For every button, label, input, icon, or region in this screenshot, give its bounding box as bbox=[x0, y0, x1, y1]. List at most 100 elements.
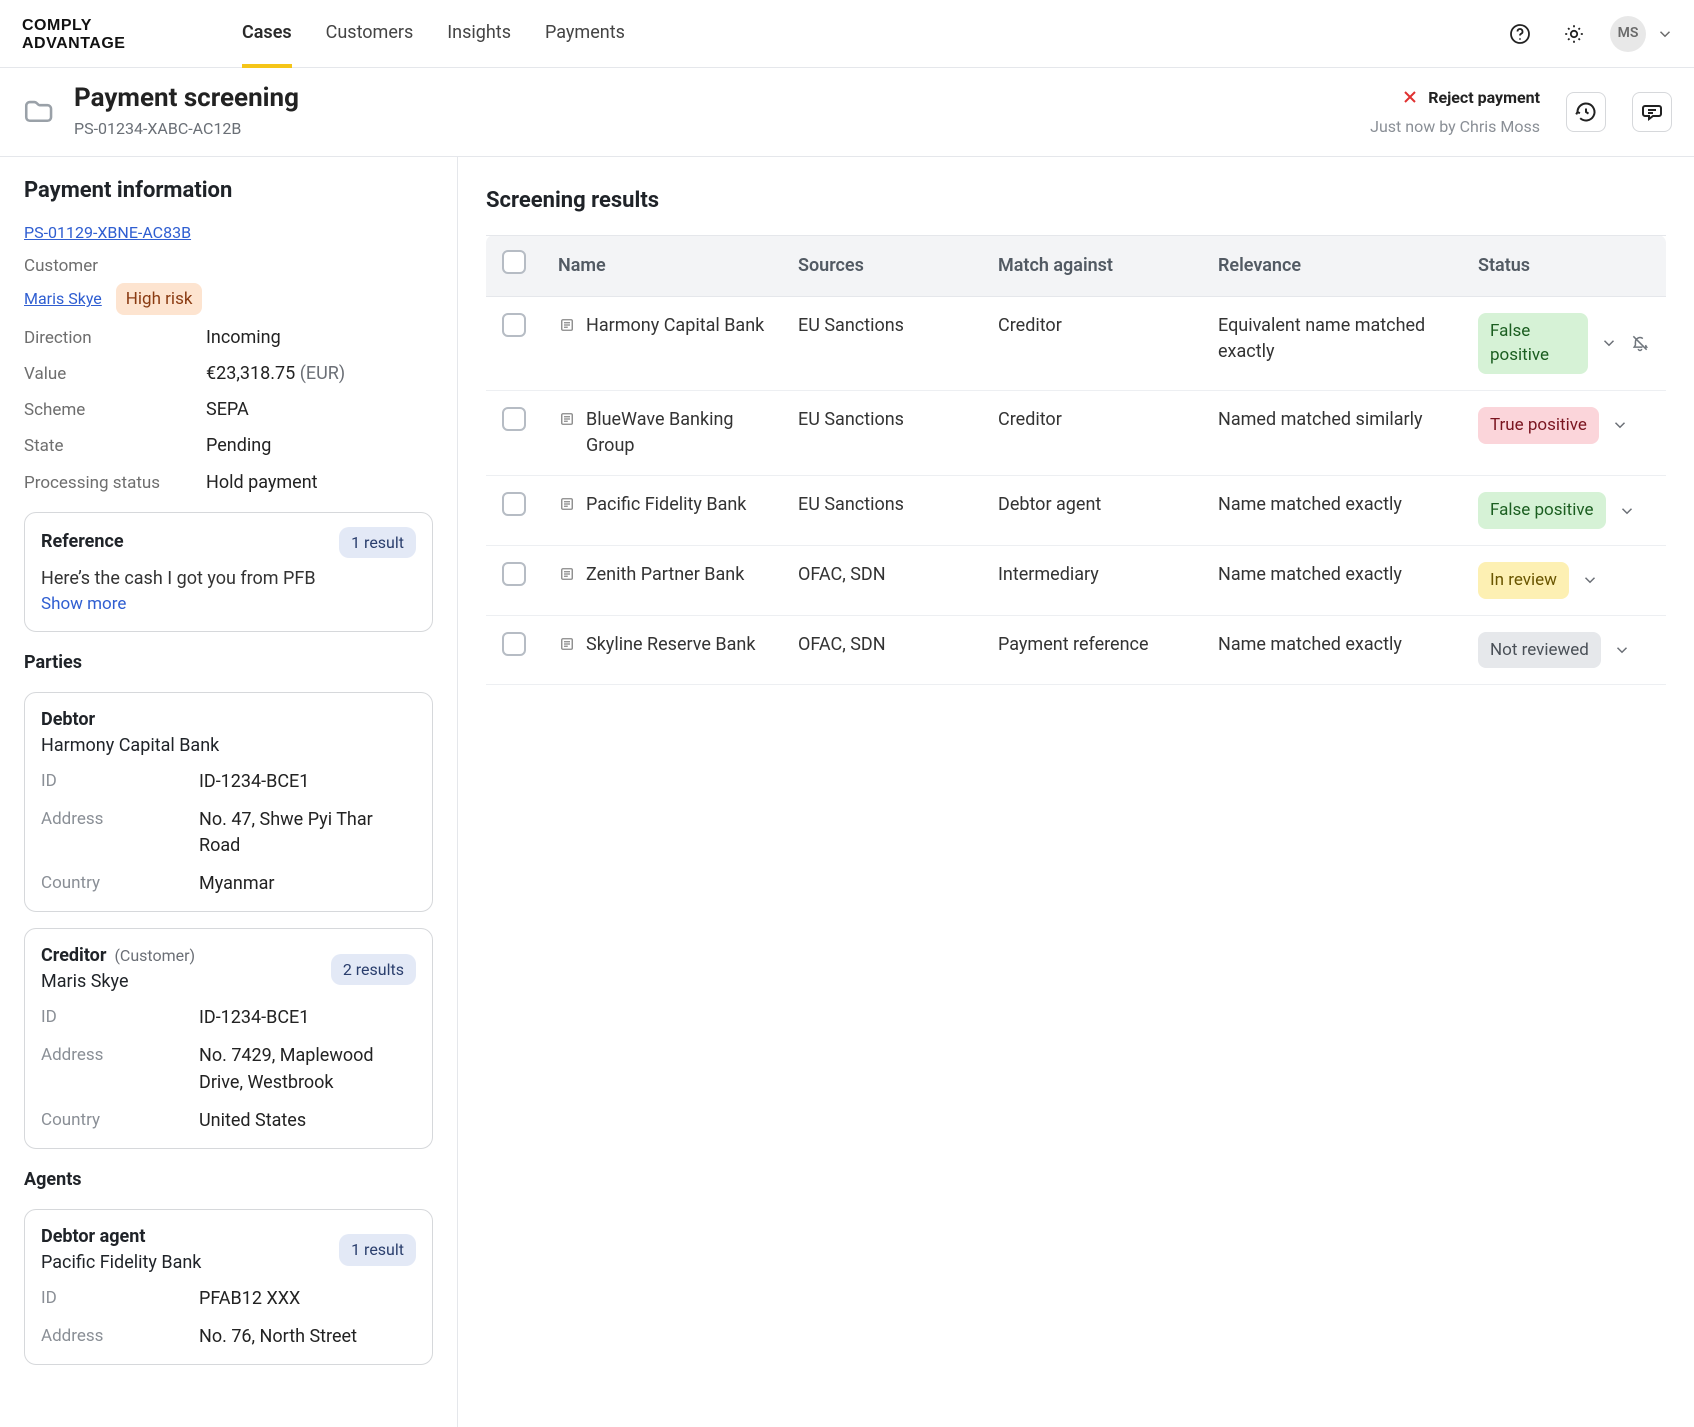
field-state: State Pending bbox=[24, 433, 433, 459]
reference-card: Reference 1 result Here’s the cash I got… bbox=[24, 512, 433, 632]
reference-results-pill: 1 result bbox=[339, 527, 416, 558]
row-name: Harmony Capital Bank bbox=[586, 313, 764, 339]
party-address-value: No. 7429, Maplewood Drive, Westbrook bbox=[199, 1043, 416, 1095]
folder-icon bbox=[22, 95, 56, 129]
table-row[interactable]: BlueWave Banking Group EU Sanctions Cred… bbox=[486, 391, 1666, 476]
settings-button[interactable] bbox=[1556, 16, 1592, 52]
row-checkbox[interactable] bbox=[502, 562, 526, 586]
row-match: Creditor bbox=[982, 391, 1202, 476]
row-match: Intermediary bbox=[982, 545, 1202, 615]
col-match: Match against bbox=[982, 235, 1202, 296]
customer-row: Customer bbox=[24, 254, 433, 279]
agent-results-pill: 1 result bbox=[339, 1234, 416, 1265]
party-role: Debtor bbox=[41, 707, 219, 733]
page-titles: Payment screening PS-01234-XABC-AC12B bbox=[74, 84, 299, 140]
agent-id-label: ID bbox=[41, 1286, 181, 1312]
party-id-label: ID bbox=[41, 769, 181, 795]
gear-icon bbox=[1562, 22, 1586, 46]
field-scheme: Scheme SEPA bbox=[24, 397, 433, 423]
select-all-checkbox[interactable] bbox=[502, 250, 526, 274]
reject-column: Reject payment Just now by Chris Moss bbox=[1370, 86, 1540, 138]
row-checkbox[interactable] bbox=[502, 407, 526, 431]
status-dropdown[interactable] bbox=[1618, 502, 1636, 520]
field-value-value: €23,318.75 (EUR) bbox=[206, 361, 345, 387]
field-state-label: State bbox=[24, 434, 194, 459]
row-sources: EU Sanctions bbox=[782, 476, 982, 546]
row-match: Debtor agent bbox=[982, 476, 1202, 546]
risk-badge: High risk bbox=[116, 283, 203, 316]
customer-link[interactable]: Maris Skye bbox=[24, 287, 102, 310]
field-direction-value: Incoming bbox=[206, 325, 281, 351]
row-sources: OFAC, SDN bbox=[782, 545, 982, 615]
field-processing: Processing status Hold payment bbox=[24, 470, 433, 496]
status-dropdown[interactable] bbox=[1611, 416, 1629, 434]
agent-address-value: No. 76, North Street bbox=[199, 1324, 416, 1350]
row-relevance: Name matched exactly bbox=[1202, 476, 1462, 546]
table-row[interactable]: Pacific Fidelity Bank EU Sanctions Debto… bbox=[486, 476, 1666, 546]
results-table: Name Sources Match against Relevance Sta… bbox=[486, 235, 1666, 685]
show-more-button[interactable]: Show more bbox=[41, 592, 416, 617]
tab-customers[interactable]: Customers bbox=[326, 0, 414, 67]
party-id-label: ID bbox=[41, 1005, 181, 1031]
party-country-value: United States bbox=[199, 1108, 416, 1134]
row-name: Zenith Partner Bank bbox=[586, 562, 744, 588]
page-subtitle: PS-01234-XABC-AC12B bbox=[74, 117, 299, 140]
help-button[interactable] bbox=[1502, 16, 1538, 52]
field-scheme-value: SEPA bbox=[206, 397, 249, 423]
status-badge: False positive bbox=[1478, 313, 1588, 374]
linked-payment-id[interactable]: PS-01129-XBNE-AC83B bbox=[24, 223, 191, 242]
row-name: Pacific Fidelity Bank bbox=[586, 492, 746, 518]
row-relevance: Name matched exactly bbox=[1202, 545, 1462, 615]
help-icon bbox=[1508, 22, 1532, 46]
reference-text: Here’s the cash I got you from PFB bbox=[41, 566, 416, 592]
history-button[interactable] bbox=[1566, 92, 1606, 132]
row-checkbox[interactable] bbox=[502, 313, 526, 337]
parties-title: Parties bbox=[24, 650, 433, 676]
col-status: Status bbox=[1462, 235, 1666, 296]
tab-payments[interactable]: Payments bbox=[545, 0, 625, 67]
results-title: Screening results bbox=[486, 185, 1666, 217]
reject-indicator: Reject payment bbox=[1400, 86, 1540, 109]
account-menu[interactable]: MS bbox=[1610, 16, 1674, 52]
party-role-suffix: (Customer) bbox=[114, 944, 195, 967]
row-relevance: Equivalent name matched exactly bbox=[1202, 296, 1462, 390]
row-sources: EU Sanctions bbox=[782, 391, 982, 476]
status-dropdown[interactable] bbox=[1613, 641, 1631, 659]
party-id-value: ID-1234-BCE1 bbox=[199, 1005, 416, 1031]
field-value-amount: €23,318.75 bbox=[206, 363, 295, 384]
row-name: Skyline Reserve Bank bbox=[586, 632, 755, 658]
agent-debtor-agent: Debtor agent Pacific Fidelity Bank 1 res… bbox=[24, 1209, 433, 1365]
agents-title: Agents bbox=[24, 1167, 433, 1193]
comments-button[interactable] bbox=[1632, 92, 1672, 132]
field-processing-label: Processing status bbox=[24, 471, 194, 496]
status-badge: False positive bbox=[1478, 492, 1606, 529]
field-scheme-label: Scheme bbox=[24, 398, 194, 423]
party-country-label: Country bbox=[41, 1108, 181, 1134]
row-match: Payment reference bbox=[982, 615, 1202, 685]
party-address-label: Address bbox=[41, 1043, 181, 1095]
field-value: Value €23,318.75 (EUR) bbox=[24, 361, 433, 387]
top-actions: MS bbox=[1502, 16, 1674, 52]
row-name: BlueWave Banking Group bbox=[586, 407, 766, 459]
table-row[interactable]: Harmony Capital Bank EU Sanctions Credit… bbox=[486, 296, 1666, 390]
tab-cases[interactable]: Cases bbox=[242, 0, 292, 67]
status-dropdown[interactable] bbox=[1581, 571, 1599, 589]
tab-insights[interactable]: Insights bbox=[447, 0, 511, 67]
row-checkbox[interactable] bbox=[502, 632, 526, 656]
customer-label: Customer bbox=[24, 254, 194, 279]
table-row[interactable]: Skyline Reserve Bank OFAC, SDN Payment r… bbox=[486, 615, 1666, 685]
field-processing-value: Hold payment bbox=[206, 470, 318, 496]
svg-text:COMPLY: COMPLY bbox=[22, 17, 92, 34]
row-checkbox[interactable] bbox=[502, 492, 526, 516]
chat-icon bbox=[1640, 100, 1664, 124]
row-relevance: Name matched exactly bbox=[1202, 615, 1462, 685]
status-badge: In review bbox=[1478, 562, 1569, 599]
status-dropdown[interactable] bbox=[1600, 334, 1618, 352]
building-icon bbox=[558, 316, 576, 334]
page-header-left: Payment screening PS-01234-XABC-AC12B bbox=[22, 84, 299, 140]
party-address-label: Address bbox=[41, 807, 181, 859]
party-creditor: Creditor (Customer) Maris Skye 2 results… bbox=[24, 928, 433, 1149]
table-row[interactable]: Zenith Partner Bank OFAC, SDN Intermedia… bbox=[486, 545, 1666, 615]
party-role: Creditor bbox=[41, 943, 106, 969]
party-id-value: ID-1234-BCE1 bbox=[199, 769, 416, 795]
